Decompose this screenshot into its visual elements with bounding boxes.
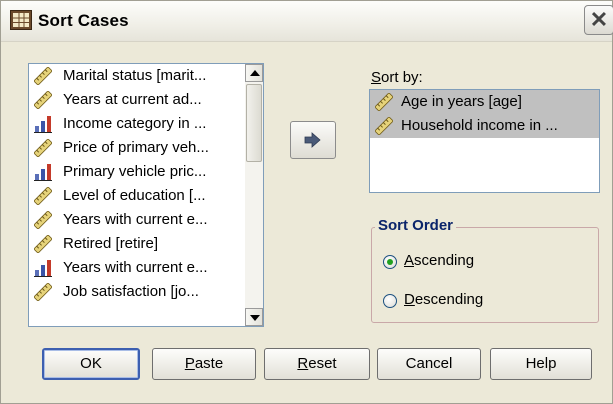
variable-list-item[interactable]: Price of primary veh... — [29, 136, 245, 160]
ruler-scale-icon — [33, 234, 53, 254]
ruler-scale-icon — [33, 66, 53, 86]
sort-by-label-text: ort by: — [381, 69, 423, 86]
ok-button[interactable]: OK — [42, 348, 140, 380]
sort-by-item[interactable]: Age in years [age] — [370, 90, 599, 114]
variable-list-scrollbar[interactable] — [245, 64, 263, 326]
move-to-sort-by-button[interactable] — [290, 121, 336, 159]
variable-list-item-label: Marital status [marit... — [63, 67, 207, 84]
scroll-down-icon — [250, 315, 260, 321]
paste-mnemonic: P — [184, 355, 195, 372]
variable-list-item[interactable]: Years at current ad... — [29, 88, 245, 112]
close-button[interactable]: ✕ — [584, 5, 613, 35]
ruler-scale-icon — [33, 210, 53, 230]
sort-by-item-label: Age in years [age] — [401, 93, 522, 110]
sort-by-list[interactable]: Age in years [age] Household income in ..… — [369, 89, 600, 193]
variable-list-item-label: Job satisfaction [jo... — [63, 283, 199, 300]
reset-button[interactable]: Reset — [264, 348, 370, 380]
ascending-mnemonic: A — [404, 252, 415, 269]
reset-label: eset — [308, 355, 337, 372]
sort-by-mnemonic: S — [371, 69, 382, 86]
ruler-scale-icon — [33, 186, 53, 206]
scroll-up-icon — [250, 70, 260, 76]
variable-list-item-label: Years with current e... — [63, 211, 208, 228]
ascending-radio-dot[interactable] — [383, 255, 397, 269]
dialog-title: Sort Cases — [38, 11, 129, 30]
spss-data-icon — [10, 10, 32, 30]
variable-list-item-label: Years at current ad... — [63, 91, 202, 108]
ordinal-bars-icon — [34, 163, 52, 181]
variable-list-items: Marital status [marit... Years at current… — [29, 64, 245, 304]
ruler-scale-icon — [33, 138, 53, 158]
variable-list-item-label: Primary vehicle pric... — [63, 163, 207, 180]
descending-label: Descending — [404, 291, 483, 308]
variable-list-item[interactable]: Retired [retire] — [29, 232, 245, 256]
ruler-scale-icon — [33, 90, 53, 110]
variable-list-item[interactable]: Marital status [marit... — [29, 64, 245, 88]
ruler-scale-icon — [374, 116, 394, 136]
ascending-label: Ascending — [404, 252, 474, 269]
variable-list-item[interactable]: Years with current e... — [29, 208, 245, 232]
reset-mnemonic: R — [297, 355, 309, 372]
ascending-radio[interactable]: Ascending — [383, 252, 583, 274]
close-icon: ✕ — [589, 7, 609, 32]
right-arrow-icon — [304, 132, 321, 148]
variable-list-item[interactable]: Primary vehicle pric... — [29, 160, 245, 184]
variable-list-item[interactable]: Years with current e... — [29, 256, 245, 280]
ordinal-bars-icon — [34, 259, 52, 277]
variable-list-item[interactable]: Level of education [... — [29, 184, 245, 208]
variable-list-item-label: Years with current e... — [63, 259, 208, 276]
scroll-down-button[interactable] — [245, 308, 263, 326]
variable-list-item-label: Retired [retire] — [63, 235, 159, 252]
descending-radio-dot[interactable] — [383, 294, 397, 308]
paste-label: aste — [194, 355, 224, 372]
scroll-thumb[interactable] — [246, 84, 262, 162]
help-button[interactable]: Help — [490, 348, 592, 380]
sort-by-item-label: Household income in ... — [401, 117, 558, 134]
ruler-scale-icon — [33, 282, 53, 302]
descending-radio[interactable]: Descending — [383, 291, 583, 313]
descending-label-text: escending — [414, 291, 484, 308]
scroll-up-button[interactable] — [245, 64, 263, 82]
ascending-label-text: scending — [414, 252, 475, 269]
paste-button[interactable]: Paste — [152, 348, 256, 380]
title-bar[interactable]: Sort Cases ✕ — [1, 1, 613, 42]
sort-by-item[interactable]: Household income in ... — [370, 114, 599, 138]
ordinal-bars-icon — [34, 115, 52, 133]
variable-list[interactable]: Marital status [marit... Years at current… — [28, 63, 264, 327]
variable-list-item-label: Income category in ... — [63, 115, 207, 132]
sort-order-title: Sort Order — [375, 217, 457, 234]
cancel-button[interactable]: Cancel — [377, 348, 481, 380]
descending-mnemonic: D — [404, 291, 415, 308]
variable-list-item-label: Level of education [... — [63, 187, 206, 204]
sort-cases-dialog: Sort Cases ✕ Marital status [marit... Yea… — [0, 0, 613, 404]
variable-list-item-label: Price of primary veh... — [63, 139, 209, 156]
sort-by-items: Age in years [age] Household income in ..… — [370, 90, 599, 138]
variable-list-item[interactable]: Income category in ... — [29, 112, 245, 136]
variable-list-item[interactable]: Job satisfaction [jo... — [29, 280, 245, 304]
ruler-scale-icon — [374, 92, 394, 112]
sort-by-label: Sort by: — [371, 69, 423, 86]
